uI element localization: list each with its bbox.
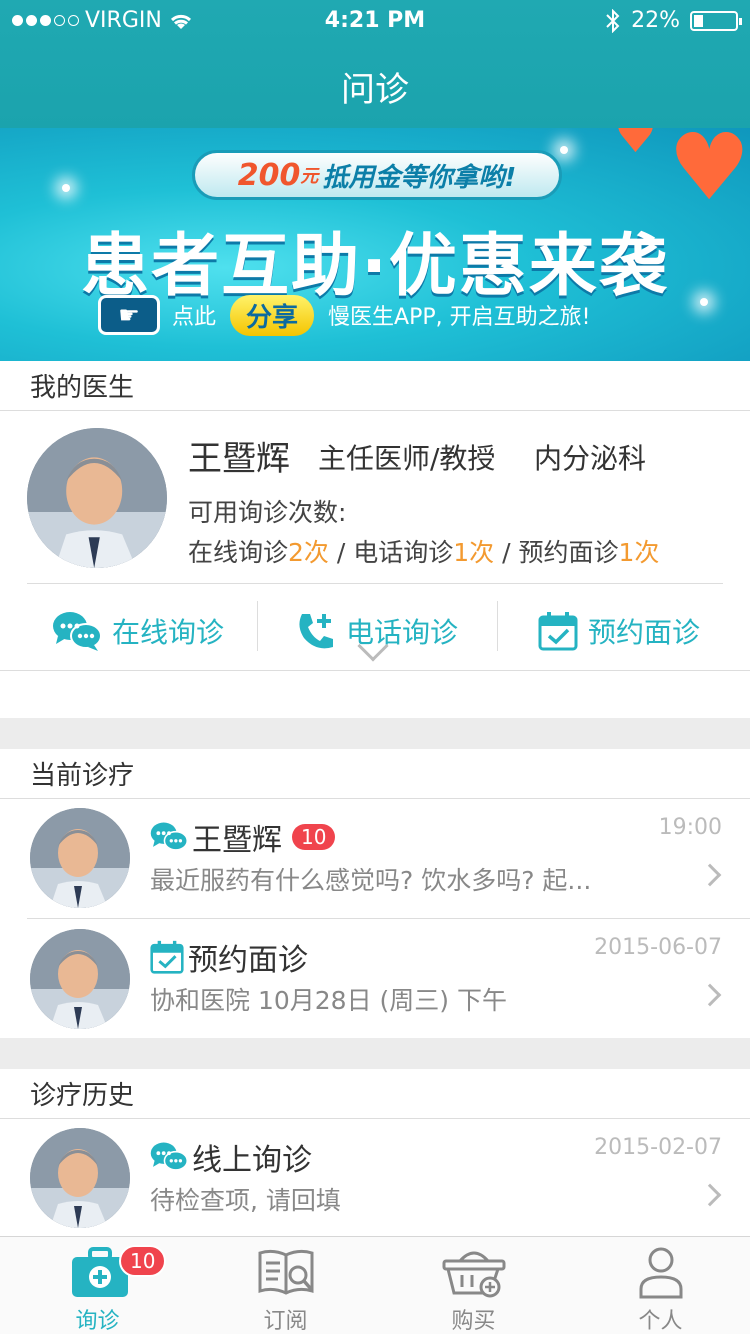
tab-label: 订阅 (263, 1309, 308, 1334)
tab-bar: 10 询诊 订阅 购买 个人 (0, 1236, 750, 1334)
doctor-avatar (30, 808, 130, 908)
tap-text: 点此 (172, 305, 217, 330)
sparkle-icon (62, 184, 70, 192)
divider (497, 601, 498, 651)
share-tail-text: 慢医生APP, 开启互助之旅! (328, 305, 591, 330)
chevron-right-icon (698, 983, 722, 1007)
chat-icon (150, 822, 188, 851)
separator: / (328, 538, 354, 567)
current-treatment-card: 当前诊疗 王暨辉 10 最近服药有什么感觉吗? 饮水多吗? 起... 19:00… (0, 749, 750, 1038)
top-bar: VIRGIN 4:21 PM 22% 问诊 (0, 0, 750, 128)
doctor-avatar (30, 929, 130, 1029)
item-time: 2015-06-07 (594, 935, 722, 960)
doctor-title: 主任医师/教授 (318, 442, 496, 475)
tab-subscribe[interactable]: 订阅 (192, 1237, 379, 1334)
tab-label: 询诊 (75, 1309, 120, 1334)
section-header: 诊疗历史 (0, 1069, 750, 1119)
calendar-check-icon (538, 612, 578, 651)
status-right: 22% (605, 8, 742, 33)
item-time: 2015-02-07 (594, 1135, 722, 1160)
divider (257, 601, 258, 651)
divider (0, 670, 750, 671)
page-title: 问诊 (341, 70, 409, 110)
calendar-check-icon (150, 940, 184, 974)
item-subtitle: 协和医院 10月28日 (周三) 下午 (150, 986, 507, 1015)
unread-badge: 10 (292, 824, 336, 850)
consult-counts: 在线询诊2次 / 电话询诊1次 / 预约面诊1次 (188, 533, 659, 569)
available-label: 可用询诊次数: (188, 498, 347, 527)
sparkle-icon (560, 146, 568, 154)
item-title: 预约面诊 (150, 935, 308, 979)
appt-count: 1次 (618, 538, 660, 567)
chat-icon (150, 1142, 188, 1171)
promo-text: 抵用金等你拿哟! (322, 162, 517, 193)
item-subtitle: 最近服药有什么感觉吗? 饮水多吗? 起... (150, 866, 592, 895)
promo-banner[interactable]: ♥ ♥ 200 元 抵用金等你拿哟! 患者互助·优惠来袭 ☛ 点此 分享 慢医生… (0, 128, 750, 361)
share-button[interactable]: 分享 (230, 294, 315, 336)
person-icon (639, 1247, 683, 1299)
item-time: 19:00 (658, 815, 722, 840)
basket-icon (442, 1251, 506, 1298)
battery-percent: 22% (631, 8, 680, 33)
divider (27, 583, 723, 584)
online-count: 2次 (288, 538, 329, 567)
list-item[interactable]: 线上询诊 待检查项, 请回填 2015-02-07 (0, 1119, 750, 1239)
online-label: 在线询诊 (188, 538, 289, 567)
item-title-text: 预约面诊 (188, 943, 308, 978)
chat-icon (53, 612, 102, 651)
appointment-label: 预约面诊 (588, 616, 701, 649)
item-title: 线上询诊 (150, 1135, 312, 1179)
item-title-text: 王暨辉 (192, 823, 282, 858)
history-card: 诊疗历史 线上询诊 待检查项, 请回填 2015-02-07 (0, 1069, 750, 1236)
tab-label: 购买 (451, 1309, 496, 1334)
list-item[interactable]: 王暨辉 10 最近服药有什么感觉吗? 饮水多吗? 起... 19:00 (0, 799, 750, 919)
doctor-name: 王暨辉 (188, 439, 290, 479)
phone-label: 电话询诊 (353, 538, 454, 567)
item-title-text: 线上询诊 (192, 1143, 312, 1178)
battery-icon (690, 10, 742, 31)
my-doctor-card: 我的医生 王暨辉 主任医师/教授 内分泌科 可用询诊次数: 在线询诊2次 / 电… (0, 361, 750, 718)
doctor-avatar[interactable] (27, 428, 167, 568)
chevron-right-icon (698, 1183, 722, 1207)
online-consult-button[interactable]: 在线询诊 (52, 607, 224, 655)
heart-icon: ♥ (668, 128, 750, 221)
separator: / (494, 538, 519, 567)
tab-buy[interactable]: 购买 (380, 1237, 567, 1334)
online-consult-label: 在线询诊 (112, 616, 225, 649)
list-item[interactable]: 预约面诊 协和医院 10月28日 (周三) 下午 2015-06-07 (0, 919, 750, 1039)
pointing-hand-icon: ☛ (98, 295, 160, 335)
tab-badge: 10 (119, 1245, 167, 1277)
phone-count: 1次 (453, 538, 495, 567)
tab-label: 个人 (638, 1309, 683, 1334)
bluetooth-icon (606, 8, 620, 33)
item-title: 王暨辉 10 (150, 815, 336, 859)
promo-unit: 元 (300, 166, 319, 187)
appointment-button[interactable]: 预约面诊 (538, 607, 700, 655)
heart-icon: ♥ (614, 128, 658, 164)
doctor-avatar (30, 1128, 130, 1228)
share-line: ☛ 点此 分享 慢医生APP, 开启互助之旅! (98, 292, 590, 338)
section-header: 我的医生 (0, 361, 750, 411)
doctor-dept: 内分泌科 (534, 442, 647, 475)
promo-amount: 200 (237, 157, 301, 193)
chevron-right-icon (698, 863, 722, 887)
tab-profile[interactable]: 个人 (567, 1237, 750, 1334)
section-header: 当前诊疗 (0, 749, 750, 799)
appt-label: 预约面诊 (518, 538, 619, 567)
book-search-icon (258, 1249, 314, 1295)
promo-pill: 200 元 抵用金等你拿哟! (192, 150, 562, 200)
phone-plus-icon (299, 614, 333, 649)
tab-consult[interactable]: 10 询诊 (4, 1237, 191, 1334)
item-subtitle: 待检查项, 请回填 (150, 1186, 341, 1215)
